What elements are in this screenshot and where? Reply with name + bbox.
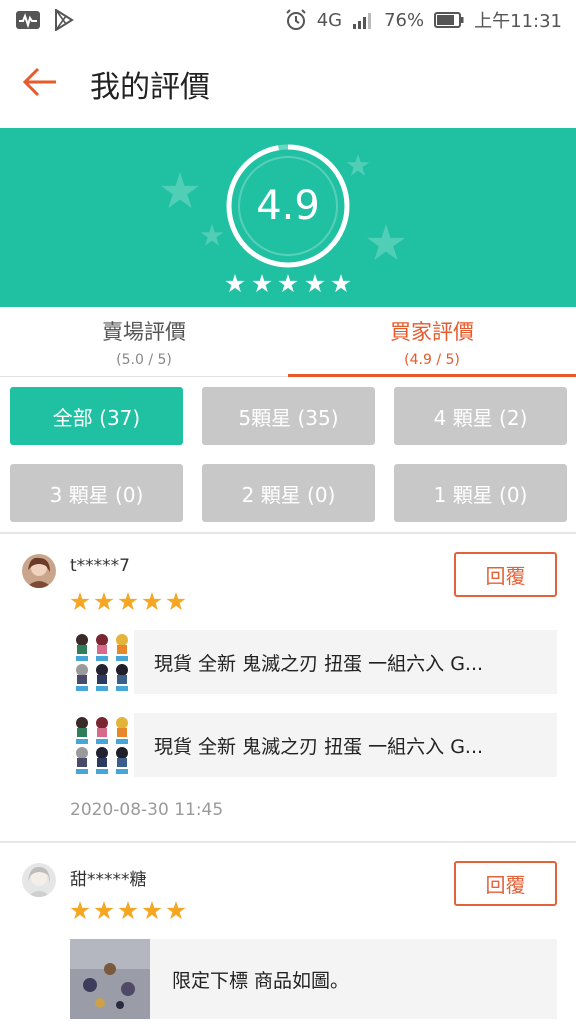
clock: 上午11:31 — [474, 11, 562, 32]
reviewer-username: t*****7 — [70, 556, 130, 576]
product-name: 現貨 全新 鬼滅之刃 扭蛋 一組六入 G... — [154, 735, 484, 758]
banner-star-rating — [225, 274, 351, 296]
network-type: 4G — [316, 9, 343, 31]
filter-4-star-button[interactable]: 4 顆星 (2) — [394, 387, 567, 445]
arrow-left-icon — [22, 67, 58, 101]
reviewed-product[interactable]: 現貨 全新 鬼滅之刃 扭蛋 一組六入 G... — [70, 713, 557, 777]
star-icon — [225, 274, 245, 296]
star-icon — [304, 274, 325, 296]
reply-button[interactable]: 回覆 — [454, 552, 557, 597]
star-icon — [142, 901, 162, 925]
review-photo[interactable] — [70, 939, 150, 1019]
filter-2-star-button[interactable]: 2 顆星 (0) — [202, 464, 375, 522]
reviewer-username: 甜*****糖 — [70, 870, 147, 890]
star-icon — [118, 901, 138, 925]
review-date: 2020-08-30 11:45 — [70, 800, 224, 820]
rating-banner: 4.9 — [0, 128, 576, 307]
filter-1-star-button[interactable]: 1 顆星 (0) — [394, 464, 567, 522]
back-button[interactable] — [0, 40, 80, 128]
reviewed-product[interactable]: 現貨 全新 鬼滅之刃 扭蛋 一組六入 G... — [70, 630, 557, 694]
star-icon — [331, 274, 351, 296]
star-filter-grid: 全部 (37) 5顆星 (35) 4 顆星 (2) 3 顆星 (0) 2 顆星 … — [10, 387, 567, 522]
filter-3-star-button[interactable]: 3 顆星 (0) — [10, 464, 183, 522]
star-icon — [166, 901, 186, 925]
star-icon — [278, 274, 298, 296]
status-bar: 4G 76% 上午11:31 — [0, 0, 576, 40]
review-comment: 限定下標 商品如圖。 — [70, 939, 557, 1019]
product-thumbnail — [70, 713, 134, 777]
battery-icon — [434, 12, 464, 28]
rating-score: 4.9 — [256, 183, 320, 229]
product-thumbnail — [70, 630, 134, 694]
star-icon — [70, 901, 90, 925]
tab-label: 賣場評價 — [102, 319, 186, 344]
activity-icon — [16, 10, 40, 30]
star-icon — [142, 592, 162, 616]
alarm-icon — [285, 9, 307, 31]
page-title: 我的評價 — [90, 70, 210, 105]
review-star-rating — [70, 901, 186, 925]
tab-score: (4.9 / 5) — [404, 351, 460, 368]
comment-text: 限定下標 商品如圖。 — [172, 969, 350, 992]
rating-tabs: 賣場評價 (5.0 / 5) 買家評價 (4.9 / 5) — [0, 307, 576, 377]
star-icon — [94, 901, 114, 925]
app-bar: 我的評價 — [0, 40, 576, 128]
star-icon — [118, 592, 138, 616]
review-star-rating — [70, 592, 186, 616]
tab-label: 買家評價 — [390, 319, 474, 344]
filter-5-star-button[interactable]: 5顆星 (35) — [202, 387, 375, 445]
star-icon — [70, 592, 90, 616]
play-store-icon — [54, 9, 74, 31]
avatar[interactable] — [22, 863, 56, 897]
review-item: t*****7 回覆 現貨 全新 鬼滅之刃 扭蛋 一組六入 G... 現貨 全新… — [0, 534, 576, 840]
avatar[interactable] — [22, 554, 56, 588]
star-icon — [166, 592, 186, 616]
reply-button[interactable]: 回覆 — [454, 861, 557, 906]
battery-percent: 76% — [384, 9, 425, 31]
tab-seller-rating[interactable]: 賣場評價 (5.0 / 5) — [0, 307, 288, 376]
review-item: 甜*****糖 回覆 限定下標 商品如圖。 — [0, 843, 576, 1024]
product-name: 現貨 全新 鬼滅之刃 扭蛋 一組六入 G... — [154, 652, 484, 675]
tab-score: (5.0 / 5) — [116, 351, 172, 368]
star-icon — [94, 592, 114, 616]
tab-buyer-rating[interactable]: 買家評價 (4.9 / 5) — [288, 307, 576, 377]
signal-icon — [352, 11, 374, 29]
filter-all-button[interactable]: 全部 (37) — [10, 387, 183, 445]
star-icon — [251, 274, 272, 296]
